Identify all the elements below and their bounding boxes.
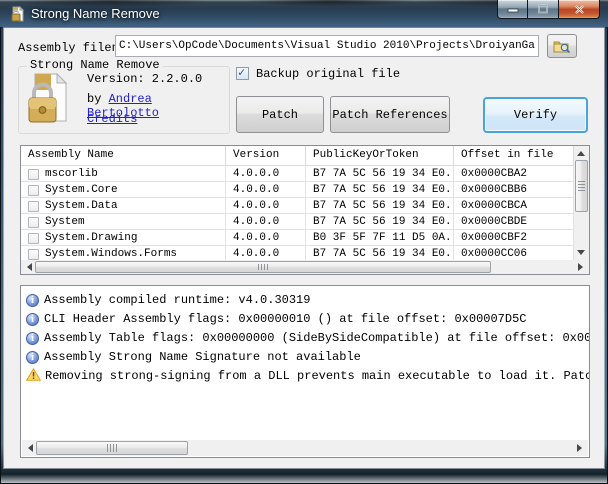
info-icon: i — [26, 312, 39, 326]
cell-assembly-name: System.Core — [45, 184, 118, 196]
row-checkbox[interactable] — [28, 232, 39, 244]
backup-checkbox[interactable]: ✓ — [236, 66, 249, 80]
cell-version: 4.0.0.0 — [226, 182, 306, 198]
log-entry: i Assembly Strong Name Signature not ava… — [26, 348, 589, 366]
column-header-publickey[interactable]: PublicKeyOrToken — [306, 146, 454, 166]
table-vertical-scrollbar[interactable] — [574, 146, 589, 260]
cell-assembly-name: System.Windows.Forms — [45, 248, 178, 260]
scroll-up-arrow-icon[interactable] — [577, 151, 585, 156]
log-text: Assembly compiled runtime: v4.0.30319 — [44, 293, 311, 307]
table-row[interactable]: System 4.0.0.0 B7 7A 5C 56 19 34 E0... 0… — [21, 214, 574, 230]
scroll-down-arrow-icon[interactable] — [577, 250, 585, 255]
maximize-button[interactable] — [528, 0, 558, 19]
caption-button-group — [497, 0, 600, 19]
scroll-left-arrow-icon[interactable] — [28, 444, 33, 452]
info-icon: i — [26, 293, 39, 307]
log-panel: i Assembly compiled runtime: v4.0.30319 … — [20, 285, 590, 458]
title-bar[interactable]: Strong Name Remove — [0, 0, 608, 28]
cell-token: B0 3F 5F 7F 11 D5 0A... — [306, 230, 454, 246]
row-checkbox[interactable] — [28, 216, 39, 228]
log-entry: Removing strong-signing from a DLL preve… — [26, 367, 589, 385]
table-horizontal-scrollbar[interactable] — [21, 260, 589, 274]
thumb-grip-icon — [107, 444, 117, 452]
row-checkbox[interactable] — [28, 168, 39, 180]
scroll-left-arrow-icon[interactable] — [27, 263, 32, 271]
info-icon: i — [26, 350, 39, 364]
log-entry: i Assembly compiled runtime: v4.0.30319 — [26, 291, 589, 309]
column-header-version[interactable]: Version — [226, 146, 306, 166]
thumb-grip-icon — [258, 264, 268, 270]
cell-assembly-name: mscorlib — [45, 168, 98, 180]
scroll-right-arrow-icon[interactable] — [577, 444, 582, 452]
table-body: mscorlib 4.0.0.0 B7 7A 5C 56 19 34 E0...… — [21, 166, 574, 262]
cell-version: 4.0.0.0 — [226, 198, 306, 214]
row-checkbox[interactable] — [28, 200, 39, 212]
cell-offset: 0x0000CBDE — [454, 214, 574, 230]
cell-assembly-name: System — [45, 216, 85, 228]
minimize-icon — [507, 8, 518, 12]
version-label: Version: 2.2.0.0 — [87, 72, 203, 86]
verify-button[interactable]: Verify — [483, 97, 588, 133]
app-lock-large-icon — [28, 72, 68, 123]
about-groupbox: Strong Name Remove Version: 2.2.0.0 by A… — [18, 58, 230, 134]
cell-token: B7 7A 5C 56 19 34 E0... — [306, 214, 454, 230]
thumb-grip-icon — [578, 181, 585, 191]
cell-version: 4.0.0.0 — [226, 166, 306, 182]
window-title: Strong Name Remove — [31, 6, 160, 21]
client-area: Assembly filename Strong Name Remove — [4, 28, 604, 468]
cell-assembly-name: System.Data — [45, 200, 118, 212]
patch-button[interactable]: Patch — [236, 96, 324, 133]
cell-version: 4.0.0.0 — [226, 230, 306, 246]
table-row[interactable]: mscorlib 4.0.0.0 B7 7A 5C 56 19 34 E0...… — [21, 166, 574, 182]
log-text: Removing strong-signing from a DLL preve… — [45, 369, 589, 383]
close-button[interactable] — [558, 0, 600, 19]
assembly-table: Assembly Name Version PublicKeyOrToken O… — [20, 145, 590, 275]
cell-assembly-name: System.Drawing — [45, 232, 138, 244]
table-row[interactable]: System.Data 4.0.0.0 B7 7A 5C 56 19 34 E0… — [21, 198, 574, 214]
cell-version: 4.0.0.0 — [226, 214, 306, 230]
log-text: Assembly Table flags: 0x00000000 (SideBy… — [44, 331, 589, 345]
scroll-right-arrow-icon[interactable] — [578, 263, 583, 271]
vertical-scroll-thumb[interactable] — [575, 160, 588, 212]
by-label: by — [87, 92, 102, 106]
cell-offset: 0x0000CBA2 — [454, 166, 574, 182]
cell-token: B7 7A 5C 56 19 34 E0... — [306, 166, 454, 182]
cell-offset: 0x0000CBCA — [454, 198, 574, 214]
groupbox-title: Strong Name Remove — [27, 58, 163, 72]
table-row[interactable]: System.Core 4.0.0.0 B7 7A 5C 56 19 34 E0… — [21, 182, 574, 198]
backup-checkbox-label[interactable]: Backup original file — [256, 67, 400, 81]
column-header-assembly-name[interactable]: Assembly Name — [21, 146, 226, 166]
horizontal-scroll-thumb[interactable] — [35, 261, 491, 273]
app-lock-icon — [11, 6, 25, 22]
table-header: Assembly Name Version PublicKeyOrToken O… — [21, 146, 574, 166]
log-horizontal-scrollbar[interactable] — [22, 440, 588, 456]
table-row[interactable]: System.Drawing 4.0.0.0 B0 3F 5F 7F 11 D5… — [21, 230, 574, 246]
cell-offset: 0x0000CBB6 — [454, 182, 574, 198]
log-entry: i Assembly Table flags: 0x00000000 (Side… — [26, 329, 589, 347]
close-icon — [574, 4, 584, 14]
maximize-icon — [538, 4, 548, 14]
info-icon: i — [26, 331, 39, 345]
minimize-button[interactable] — [497, 0, 528, 19]
log-entry: i CLI Header Assembly flags: 0x00000010 … — [26, 310, 589, 328]
log-text: CLI Header Assembly flags: 0x00000010 ()… — [44, 312, 527, 326]
credits-link[interactable]: Credits — [87, 112, 137, 126]
patch-references-button[interactable]: Patch References — [330, 96, 450, 133]
checkmark-icon: ✓ — [238, 66, 246, 80]
browse-folder-icon — [553, 41, 571, 53]
log-text: Assembly Strong Name Signature not avail… — [44, 350, 361, 364]
cell-token: B7 7A 5C 56 19 34 E0... — [306, 182, 454, 198]
horizontal-scroll-thumb[interactable] — [36, 441, 188, 455]
app-window: Strong Name Remove Assembly filename C:\… — [0, 0, 608, 484]
browse-button[interactable] — [547, 34, 577, 58]
row-checkbox[interactable] — [28, 184, 39, 196]
column-header-offset[interactable]: Offset in file — [454, 146, 574, 166]
cell-offset: 0x0000CBF2 — [454, 230, 574, 246]
assembly-filename-input[interactable] — [115, 35, 539, 57]
row-checkbox[interactable] — [28, 248, 39, 260]
cell-token: B7 7A 5C 56 19 34 E0... — [306, 198, 454, 214]
warning-icon — [26, 367, 42, 381]
